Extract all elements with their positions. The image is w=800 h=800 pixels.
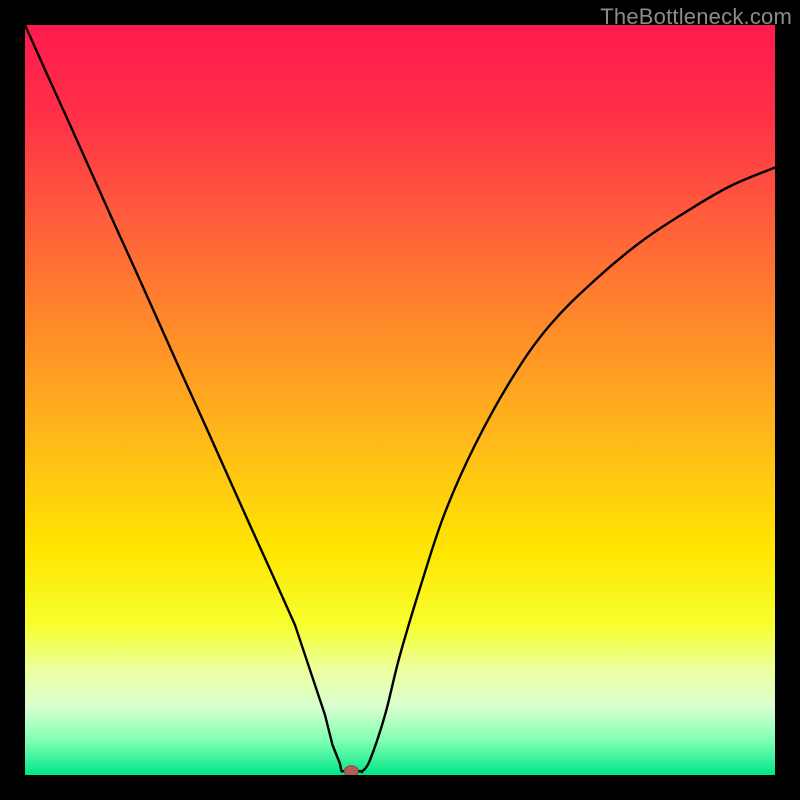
- watermark-text: TheBottleneck.com: [600, 4, 792, 30]
- bottleneck-chart: [25, 25, 775, 775]
- chart-frame: TheBottleneck.com: [0, 0, 800, 800]
- plot-area: [25, 25, 775, 775]
- gradient-background: [25, 25, 775, 775]
- optimal-point-marker: [344, 766, 358, 775]
